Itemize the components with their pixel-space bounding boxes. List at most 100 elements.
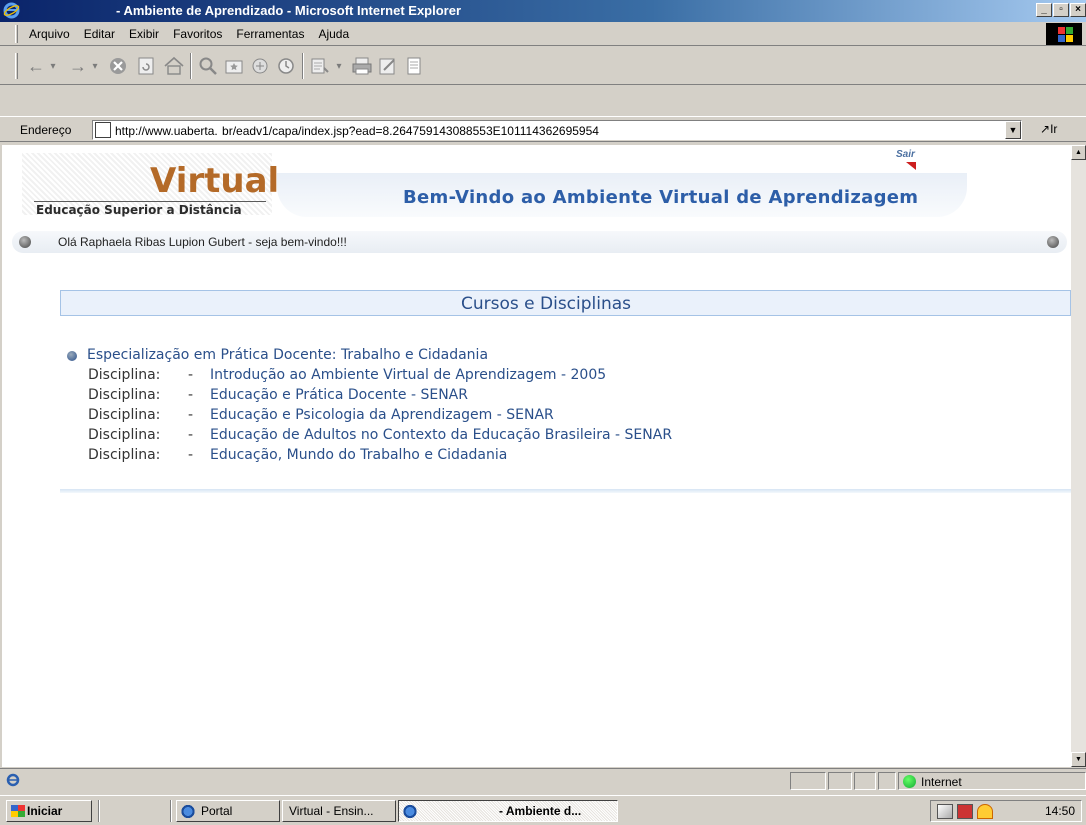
site-header: Virtual Educação Superior a Distância Be…: [2, 145, 1071, 223]
address-url[interactable]: http://www.uaberta. br/eadv1/capa/index.…: [115, 124, 599, 138]
stop-icon[interactable]: [106, 55, 130, 77]
close-button[interactable]: ×: [1070, 3, 1086, 17]
discipline-dash: -: [188, 447, 194, 463]
discipline-dash: -: [188, 367, 194, 383]
history-icon[interactable]: [274, 55, 298, 77]
logo-subtitle: Educação Superior a Distância: [36, 203, 242, 217]
discuss-icon[interactable]: [402, 55, 426, 77]
maximize-button[interactable]: ▫: [1053, 3, 1069, 17]
caption-buttons: _ ▫ ×: [1035, 3, 1086, 17]
tray-app-icon[interactable]: [957, 804, 973, 819]
task-label: Virtual - Ensin...: [289, 804, 374, 818]
menu-ferramentas[interactable]: Ferramentas: [229, 27, 311, 41]
section-header: Cursos e Disciplinas: [60, 290, 1071, 316]
page-content: Virtual Educação Superior a Distância Be…: [2, 145, 1071, 767]
edit-icon[interactable]: [376, 55, 400, 77]
security-zone: Internet: [898, 772, 1086, 790]
go-button[interactable]: ↗Ir: [1040, 122, 1057, 136]
menu-bar: Arquivo Editar Exibir Favoritos Ferramen…: [0, 22, 1086, 46]
home-icon[interactable]: [162, 55, 186, 77]
toolbar-separator: [190, 53, 192, 79]
discipline-link[interactable]: Introdução ao Ambiente Virtual de Aprend…: [210, 367, 606, 383]
tray-network-icon[interactable]: [937, 804, 953, 819]
logout-arrow-icon: [906, 162, 916, 170]
address-input[interactable]: http://www.uaberta. br/eadv1/capa/index.…: [92, 120, 1022, 140]
welcome-message: Olá Raphaela Ribas Lupion Gubert - seja …: [58, 235, 347, 249]
window-title: - Ambiente de Aprendizado - Microsoft In…: [116, 3, 462, 18]
ie-icon: [402, 804, 418, 819]
globe-icon: [903, 775, 916, 788]
search-icon[interactable]: [196, 55, 220, 77]
minimize-button[interactable]: _: [1036, 3, 1052, 17]
task-virtual-ensino[interactable]: Virtual - Ensin...: [282, 800, 396, 822]
mail-icon[interactable]: [308, 55, 332, 77]
forward-icon[interactable]: →: [66, 55, 90, 77]
media-icon[interactable]: [248, 55, 272, 77]
discipline-dash: -: [188, 427, 194, 443]
status-bar: Internet: [0, 768, 1086, 790]
task-label: Portal: [201, 804, 233, 818]
discipline-label: Disciplina:: [88, 387, 161, 403]
logout-label: Sair: [896, 149, 915, 160]
discipline-dash: -: [188, 407, 194, 423]
taskbar: Iniciar Portal Virtual - Ensin... - Ambi…: [0, 795, 1086, 825]
menu-arquivo[interactable]: Arquivo: [22, 27, 77, 41]
print-icon[interactable]: [350, 55, 374, 77]
bullet-icon: [1047, 236, 1059, 248]
ie-logo-icon[interactable]: [3, 2, 20, 19]
back-icon[interactable]: ←: [24, 55, 48, 77]
course-bullet-icon: [67, 351, 77, 361]
scroll-down-icon[interactable]: ▼: [1071, 752, 1086, 767]
address-dropdown-icon[interactable]: ▼: [1005, 121, 1021, 139]
logo-title: Virtual: [150, 161, 280, 201]
welcome-banner: Bem-Vindo ao Ambiente Virtual de Aprendi…: [277, 173, 967, 217]
logo-divider: [34, 201, 266, 202]
toolbar-separator: [302, 53, 304, 79]
task-portal[interactable]: Portal: [176, 800, 280, 822]
welcome-bar: Olá Raphaela Ribas Lupion Gubert - seja …: [12, 231, 1067, 253]
status-pane: [790, 772, 826, 790]
start-button[interactable]: Iniciar: [6, 800, 92, 822]
taskbar-separator: [170, 800, 172, 822]
standard-toolbar: ← ▾ → ▾ ▾: [0, 47, 1086, 85]
zone-label: Internet: [921, 775, 962, 789]
page-status-icon: [6, 773, 20, 787]
logout-button[interactable]: Sair: [878, 145, 930, 181]
taskbar-separator: [98, 800, 100, 822]
section-bottom-divider: [60, 489, 1071, 493]
title-bar: - Ambiente de Aprendizado - Microsoft In…: [0, 0, 1086, 22]
mail-dropdown-icon[interactable]: ▾: [332, 55, 346, 77]
menu-exibir[interactable]: Exibir: [122, 27, 166, 41]
discipline-label: Disciplina:: [88, 447, 161, 463]
discipline-link[interactable]: Educação e Psicologia da Aprendizagem - …: [210, 407, 554, 423]
tray-messenger-icon[interactable]: [977, 804, 993, 819]
vertical-scrollbar[interactable]: ▲ ▼: [1071, 145, 1086, 767]
menu-editar[interactable]: Editar: [77, 27, 122, 41]
discipline-link[interactable]: Educação e Prática Docente - SENAR: [210, 387, 468, 403]
address-label: Endereço: [20, 123, 72, 137]
toolbar-grip[interactable]: [15, 53, 18, 79]
course-link[interactable]: Especialização em Prática Docente: Traba…: [87, 347, 488, 363]
page-icon: [95, 122, 111, 138]
menu-grip[interactable]: [15, 25, 18, 43]
browser-window: - Ambiente de Aprendizado - Microsoft In…: [0, 0, 1086, 825]
go-label: Ir: [1050, 122, 1058, 136]
discipline-label: Disciplina:: [88, 427, 161, 443]
discipline-label: Disciplina:: [88, 367, 161, 383]
back-dropdown-icon[interactable]: ▾: [46, 55, 60, 77]
taskbar-clock: 14:50: [1044, 804, 1075, 818]
menu-favoritos[interactable]: Favoritos: [166, 27, 229, 41]
refresh-icon[interactable]: [134, 55, 158, 77]
ie-icon: [180, 804, 196, 819]
discipline-link[interactable]: Educação de Adultos no Contexto da Educa…: [210, 427, 672, 443]
menu-ajuda[interactable]: Ajuda: [311, 27, 356, 41]
scroll-up-icon[interactable]: ▲: [1071, 145, 1086, 160]
task-ambiente[interactable]: - Ambiente d...: [398, 800, 618, 822]
favorites-icon[interactable]: [222, 55, 246, 77]
bullet-icon: [19, 236, 31, 248]
forward-dropdown-icon[interactable]: ▾: [88, 55, 102, 77]
discipline-link[interactable]: Educação, Mundo do Trabalho e Cidadania: [210, 447, 507, 463]
discipline-label: Disciplina:: [88, 407, 161, 423]
start-label: Iniciar: [27, 804, 63, 818]
site-logo: Virtual Educação Superior a Distância: [22, 153, 279, 217]
